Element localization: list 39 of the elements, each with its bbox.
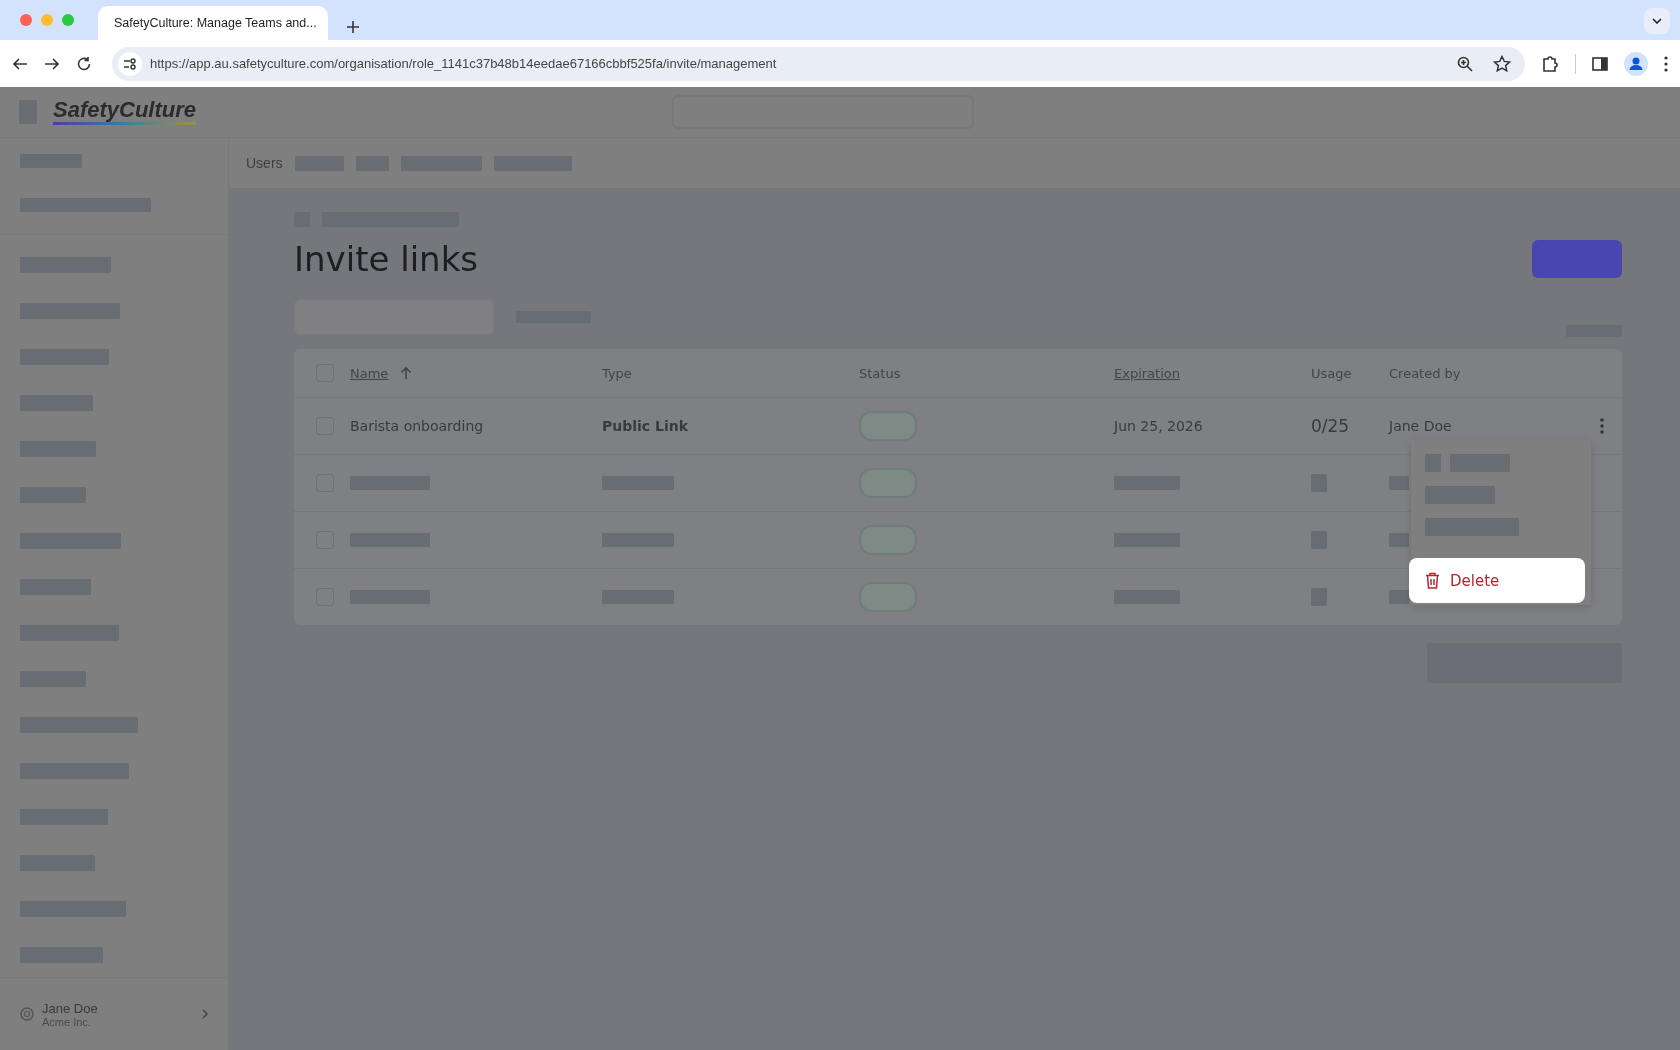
tab-list-button[interactable] — [1644, 8, 1670, 34]
subnav-tab[interactable]: Users — [246, 155, 283, 171]
profile-avatar-icon[interactable] — [1624, 51, 1648, 76]
table-cell-text: 0/25 — [1311, 416, 1351, 436]
chevron-down-icon[interactable] — [1652, 18, 1662, 24]
sort-arrow-icon — [400, 366, 413, 380]
table-cell-text: Barista onboarding — [350, 418, 485, 434]
forward-icon[interactable] — [44, 55, 60, 72]
side-panel-icon[interactable] — [1592, 55, 1608, 72]
maximize-window-icon[interactable] — [62, 14, 74, 26]
tab-title: SafetyCulture: Manage Teams and... — [114, 16, 317, 30]
close-window-icon[interactable] — [20, 14, 32, 26]
extensions-icon[interactable] — [1541, 54, 1559, 73]
table-cell-text: Public Link — [602, 418, 690, 434]
user-name: Jane Doe — [42, 1000, 99, 1016]
delete-menu-item[interactable]: Delete — [1409, 558, 1585, 603]
globe-icon — [20, 1007, 34, 1021]
zoom-icon[interactable] — [1457, 55, 1473, 72]
redacted-text — [1389, 476, 1409, 490]
trash-icon — [1425, 572, 1440, 589]
app-logo[interactable]: SafetyCulture — [53, 99, 197, 125]
column-header[interactable]: Expiration — [1114, 365, 1180, 381]
column-header[interactable]: Name — [350, 365, 389, 381]
redacted-text — [1389, 590, 1409, 604]
column-header: Created by — [1389, 365, 1461, 381]
chevron-right-icon[interactable] — [202, 1009, 208, 1019]
reload-icon[interactable] — [76, 55, 92, 72]
browser-tab[interactable]: SafetyCulture: Manage Teams and... — [98, 6, 328, 40]
site-settings-icon[interactable] — [123, 57, 137, 70]
bookmark-star-icon[interactable] — [1493, 54, 1511, 73]
redacted-text — [1389, 533, 1409, 547]
back-icon[interactable] — [12, 55, 28, 72]
page-title: Invite links — [294, 239, 479, 279]
column-header: Usage — [1311, 365, 1352, 381]
column-header: Type — [602, 365, 632, 381]
more-options-icon[interactable] — [1600, 418, 1604, 434]
column-header: Status — [859, 365, 901, 381]
table-cell-text: Jane Doe — [1389, 418, 1453, 434]
table-cell-text: Jun 25, 2026 — [1114, 418, 1204, 434]
